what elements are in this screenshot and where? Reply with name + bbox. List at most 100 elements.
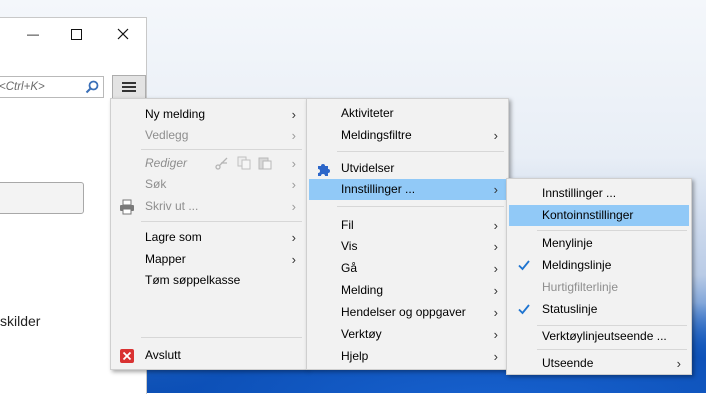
chevron-right-icon: › <box>493 261 498 276</box>
content-button[interactable] <box>0 182 84 214</box>
minimize-icon: — <box>27 27 39 41</box>
menu-item-label: Lagre som <box>145 230 202 244</box>
puzzle-icon <box>318 164 330 176</box>
search-placeholder: <Ctrl+K> <box>0 81 45 93</box>
copy-icon <box>237 156 251 170</box>
menu-item-label: Utvidelser <box>341 161 395 175</box>
menu-item-label: Gå <box>341 261 358 275</box>
menu-item-new-message[interactable]: Ny melding › <box>113 104 304 125</box>
chevron-right-icon: › <box>493 239 498 254</box>
menu-item-file[interactable]: Fil › <box>309 215 506 236</box>
chevron-right-icon: › <box>291 177 296 192</box>
chevron-right-icon: › <box>291 156 296 171</box>
menu-separator <box>337 151 504 152</box>
chevron-right-icon: › <box>493 218 498 233</box>
menu-item-view[interactable]: Vis › <box>309 236 506 257</box>
menu-item-print[interactable]: Skriv ut ... › <box>113 196 304 217</box>
chevron-right-icon: › <box>493 305 498 320</box>
menu-item-menubar[interactable]: Menylinje <box>509 233 689 254</box>
menu-item-quit[interactable]: Avslutt <box>113 345 304 366</box>
checkmark-icon <box>518 304 530 315</box>
menu-item-status-bar[interactable]: Statuslinje <box>509 299 689 320</box>
menu-item-edit[interactable]: Rediger › <box>113 153 304 174</box>
menu-item-quick-filter-bar[interactable]: Hurtigfilterlinje <box>509 277 689 298</box>
chevron-right-icon: › <box>493 283 498 298</box>
menu-item-label: Hjelp <box>341 349 369 363</box>
menu-item-label: Søk <box>145 177 167 191</box>
menu-item-preferences[interactable]: Innstillinger ... <box>509 183 689 204</box>
menu-item-empty-trash[interactable]: Tøm søppelkasse <box>113 270 304 291</box>
menu-item-account-settings[interactable]: Kontoinnstillinger <box>509 205 689 226</box>
menu-item-toolbar-layout[interactable]: Verktøylinjeutseende ... <box>509 326 689 347</box>
chevron-right-icon: › <box>493 349 498 364</box>
menu-item-label: Meldingsfiltre <box>341 128 412 142</box>
chevron-right-icon: › <box>676 356 681 371</box>
menu-item-tools[interactable]: Verktøy › <box>309 324 506 345</box>
chevron-right-icon: › <box>291 107 296 122</box>
menu-item-help[interactable]: Hjelp › <box>309 346 506 367</box>
menu-item-label: Aktiviteter <box>341 106 394 120</box>
menu-separator <box>537 349 687 350</box>
menu-item-activities[interactable]: Aktiviteter <box>309 103 506 124</box>
menu-item-label: Hurtigfilterlinje <box>542 280 619 294</box>
menu-separator <box>141 337 302 338</box>
app-menu: Ny melding › Vedlegg › Rediger › Søk › S… <box>110 98 307 370</box>
menu-item-label: Meldingslinje <box>542 258 612 272</box>
menu-item-label: Innstillinger ... <box>341 182 416 196</box>
checkmark-icon <box>518 260 530 271</box>
menu-item-save-as[interactable]: Lagre som › <box>113 227 304 248</box>
menu-item-label: Rediger <box>145 156 188 170</box>
menu-item-appearance[interactable]: Utseende › <box>509 353 689 374</box>
menu-item-label: Avslutt <box>145 348 181 362</box>
maximize-button[interactable] <box>53 18 99 50</box>
hamburger-icon <box>122 82 136 92</box>
menu-item-label: Statuslinje <box>542 302 598 316</box>
menu-item-label: Tøm søppelkasse <box>145 273 241 287</box>
minimize-button[interactable]: — <box>10 18 56 50</box>
menu-item-label: Ny melding <box>145 107 206 121</box>
menu-item-label: Fil <box>341 218 354 232</box>
menu-item-label: Innstillinger ... <box>542 186 617 200</box>
menu-item-label: Vis <box>341 239 358 253</box>
chevron-right-icon: › <box>291 128 296 143</box>
menu-item-events-tasks[interactable]: Hendelser og oppgaver › <box>309 302 506 323</box>
title-bar: — <box>0 18 146 50</box>
menu-item-label: Hendelser og oppgaver <box>341 305 466 319</box>
menu-item-label: Mapper <box>145 252 186 266</box>
content-text: skilder <box>0 313 41 329</box>
printer-icon <box>120 199 134 215</box>
app-menu-button[interactable] <box>112 75 146 99</box>
menu-item-label: Melding <box>341 283 384 297</box>
menu-separator <box>337 206 504 207</box>
chevron-right-icon: › <box>493 182 498 197</box>
chevron-right-icon: › <box>493 128 498 143</box>
menu-item-label: Utseende <box>542 356 594 370</box>
menu-item-extensions[interactable]: Utvidelser <box>309 158 506 179</box>
menu-item-go[interactable]: Gå › <box>309 258 506 279</box>
search-icon[interactable] <box>85 80 99 94</box>
menu-item-message-bar[interactable]: Meldingslinje <box>509 255 689 276</box>
menu-item-search[interactable]: Søk › <box>113 174 304 195</box>
search-input[interactable]: <Ctrl+K> <box>0 76 104 98</box>
menu-separator <box>141 149 302 150</box>
settings-menu: Innstillinger ... Kontoinnstillinger Men… <box>506 178 692 375</box>
paste-icon <box>258 157 272 170</box>
menu-separator <box>141 221 302 222</box>
menu-separator <box>537 230 687 231</box>
menu-item-label: Skriv ut ... <box>145 199 199 213</box>
menu-item-settings[interactable]: Innstillinger ... › <box>309 179 506 200</box>
menu-item-message[interactable]: Melding › <box>309 280 506 301</box>
menu-item-attachments[interactable]: Vedlegg › <box>113 125 304 146</box>
chevron-right-icon: › <box>493 327 498 342</box>
cut-icon <box>215 157 228 170</box>
tools-menu: Aktiviteter Meldingsfiltre › Utvidelser … <box>306 98 509 370</box>
menu-item-label: Vedlegg <box>145 128 189 142</box>
menu-item-label: Verktøylinjeutseende ... <box>542 329 667 343</box>
chevron-right-icon: › <box>291 199 296 214</box>
quit-icon <box>120 349 134 363</box>
menu-item-folders[interactable]: Mapper › <box>113 249 304 270</box>
close-button[interactable] <box>100 18 146 50</box>
menu-item-label: Verktøy <box>341 327 382 341</box>
menu-item-label: Kontoinnstillinger <box>542 208 634 222</box>
menu-item-message-filters[interactable]: Meldingsfiltre › <box>309 125 506 146</box>
